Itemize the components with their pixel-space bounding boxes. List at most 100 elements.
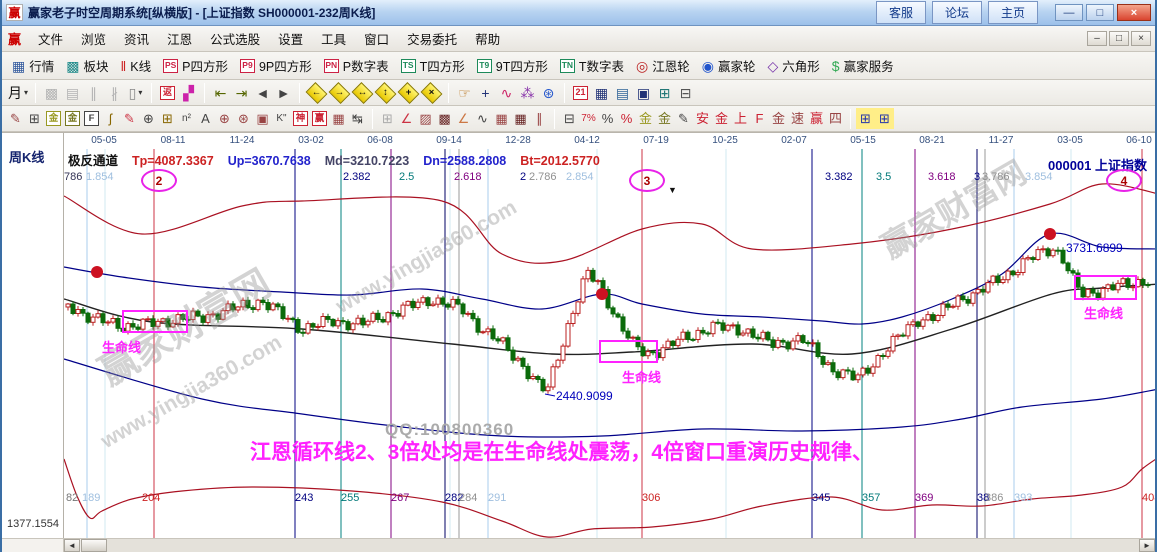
nav-icon-25[interactable]: ∿ <box>496 82 517 104</box>
tool-赢家服务[interactable]: $赢家服务 <box>826 54 900 78</box>
menu-公式选股[interactable]: 公式选股 <box>201 25 269 52</box>
nav-icon-31[interactable]: ▤ <box>612 82 633 104</box>
tool-六角形[interactable]: ◇六角形 <box>761 54 825 78</box>
nav-icon-9[interactable]: ▞ <box>178 82 199 104</box>
draw-icon-11[interactable]: ⊕ <box>215 108 234 129</box>
scrollbar-track[interactable] <box>107 539 1139 552</box>
draw-icon-18[interactable]: ↹ <box>348 108 367 129</box>
draw-icon-36[interactable]: ✎ <box>674 108 693 129</box>
draw-icon-9[interactable]: n² <box>177 108 196 129</box>
draw-icon-2[interactable]: 金 <box>44 108 63 129</box>
nav-icon-23[interactable]: ☞ <box>454 82 475 104</box>
scrollbar-thumb[interactable] <box>81 539 107 552</box>
nav-icon-16[interactable]: ← <box>306 84 327 102</box>
draw-icon-5[interactable]: ʃ <box>101 108 120 129</box>
nav-icon-21[interactable]: × <box>421 84 442 102</box>
nav-icon-8[interactable]: 返 <box>157 82 178 104</box>
draw-icon-32[interactable]: % <box>598 108 617 129</box>
tool-江恩轮[interactable]: ◎江恩轮 <box>630 54 696 78</box>
close-button[interactable]: × <box>1117 4 1151 21</box>
mdi-close-button[interactable]: × <box>1131 31 1151 46</box>
tool-赢家轮[interactable]: ◉赢家轮 <box>696 54 762 78</box>
nav-icon-29[interactable]: 21 <box>570 82 591 104</box>
draw-icon-4[interactable]: F <box>82 108 101 129</box>
draw-icon-25[interactable]: ∿ <box>473 108 492 129</box>
tool-P四方形[interactable]: PSP四方形 <box>157 54 234 78</box>
draw-icon-26[interactable]: ▦ <box>492 108 511 129</box>
nav-icon-32[interactable]: ▣ <box>633 82 654 104</box>
draw-icon-39[interactable]: 上 <box>731 108 750 129</box>
draw-icon-23[interactable]: ▩ <box>435 108 454 129</box>
draw-icon-27[interactable]: ▦ <box>511 108 530 129</box>
tool-9P四方形[interactable]: P99P四方形 <box>234 54 318 78</box>
draw-icon-40[interactable]: F <box>750 108 769 129</box>
menu-交易委托[interactable]: 交易委托 <box>398 25 466 52</box>
draw-icon-7[interactable]: ⊕ <box>139 108 158 129</box>
draw-icon-28[interactable]: ∥ <box>530 108 549 129</box>
nav-icon-26[interactable]: ⁂ <box>517 82 538 104</box>
nav-icon-20[interactable]: + <box>398 84 419 102</box>
draw-icon-3[interactable]: 金 <box>63 108 82 129</box>
nav-icon-17[interactable]: → <box>329 84 350 102</box>
draw-icon-41[interactable]: 金 <box>769 108 788 129</box>
mdi-minimize-button[interactable]: – <box>1087 31 1107 46</box>
menu-设置[interactable]: 设置 <box>269 25 312 52</box>
minimize-button[interactable]: — <box>1055 4 1083 21</box>
tool-9T四方形[interactable]: T99T四方形 <box>471 54 554 78</box>
draw-icon-13[interactable]: ▣ <box>253 108 272 129</box>
nav-icon-6[interactable]: ▯▾ <box>125 82 146 104</box>
draw-icon-24[interactable]: ∠ <box>454 108 473 129</box>
menu-工具[interactable]: 工具 <box>312 25 355 52</box>
draw-icon-1[interactable]: ⊞ <box>25 108 44 129</box>
menu-江恩[interactable]: 江恩 <box>158 25 201 52</box>
nav-icon-27[interactable]: ⊛ <box>538 82 559 104</box>
horizontal-scrollbar[interactable]: ◄ ► <box>2 538 1155 552</box>
tool-行情[interactable]: ▦行情 <box>6 54 60 78</box>
mdi-restore-button[interactable]: □ <box>1109 31 1129 46</box>
titlebar-button-2[interactable]: 论坛 <box>932 1 982 24</box>
draw-icon-16[interactable]: 赢 <box>310 108 329 129</box>
scroll-right-button[interactable]: ► <box>1139 539 1155 552</box>
draw-icon-47[interactable]: ⊞ <box>875 108 894 129</box>
menu-浏览[interactable]: 浏览 <box>72 25 115 52</box>
draw-icon-12[interactable]: ⊛ <box>234 108 253 129</box>
draw-icon-38[interactable]: 金 <box>712 108 731 129</box>
nav-icon-30[interactable]: ▦ <box>591 82 612 104</box>
tool-K线[interactable]: ‖K线 <box>115 54 158 78</box>
draw-icon-42[interactable]: 速 <box>788 108 807 129</box>
draw-icon-35[interactable]: 金 <box>655 108 674 129</box>
nav-icon-12[interactable]: ⇥ <box>231 82 252 104</box>
titlebar-button-3[interactable]: 主页 <box>988 1 1038 24</box>
nav-icon-11[interactable]: ⇤ <box>210 82 231 104</box>
nav-icon-34[interactable]: ⊟ <box>675 82 696 104</box>
nav-icon-5[interactable]: ∦ <box>104 82 125 104</box>
tool-T数字表[interactable]: TNT数字表 <box>554 54 630 78</box>
nav-icon-4[interactable]: ∥ <box>83 82 104 104</box>
draw-icon-6[interactable]: ✎ <box>120 108 139 129</box>
draw-icon-14[interactable]: K" <box>272 108 291 129</box>
nav-icon-18[interactable]: ↔ <box>352 84 373 102</box>
draw-icon-8[interactable]: ⊞ <box>158 108 177 129</box>
draw-icon-33[interactable]: % <box>617 108 636 129</box>
scroll-left-button[interactable]: ◄ <box>64 539 80 552</box>
draw-icon-34[interactable]: 金 <box>636 108 655 129</box>
draw-icon-44[interactable]: 四 <box>826 108 845 129</box>
nav-icon-3[interactable]: ▤ <box>62 82 83 104</box>
draw-icon-10[interactable]: A <box>196 108 215 129</box>
menu-窗口[interactable]: 窗口 <box>355 25 398 52</box>
nav-icon-19[interactable]: ↕ <box>375 84 396 102</box>
draw-icon-20[interactable]: ⊞ <box>378 108 397 129</box>
tool-P数字表[interactable]: PNP数字表 <box>318 54 395 78</box>
draw-icon-30[interactable]: ⊟ <box>560 108 579 129</box>
draw-icon-37[interactable]: 安 <box>693 108 712 129</box>
nav-icon-2[interactable]: ▩ <box>41 82 62 104</box>
draw-icon-17[interactable]: ▦ <box>329 108 348 129</box>
draw-icon-15[interactable]: 神 <box>291 108 310 129</box>
draw-icon-43[interactable]: 赢 <box>807 108 826 129</box>
nav-icon-14[interactable]: ► <box>273 82 294 104</box>
nav-icon-24[interactable]: + <box>475 82 496 104</box>
nav-period-month[interactable]: 月▾ <box>6 82 30 104</box>
tool-板块[interactable]: ▩板块 <box>60 54 114 78</box>
menu-帮助[interactable]: 帮助 <box>466 25 509 52</box>
maximize-button[interactable]: □ <box>1086 4 1114 21</box>
